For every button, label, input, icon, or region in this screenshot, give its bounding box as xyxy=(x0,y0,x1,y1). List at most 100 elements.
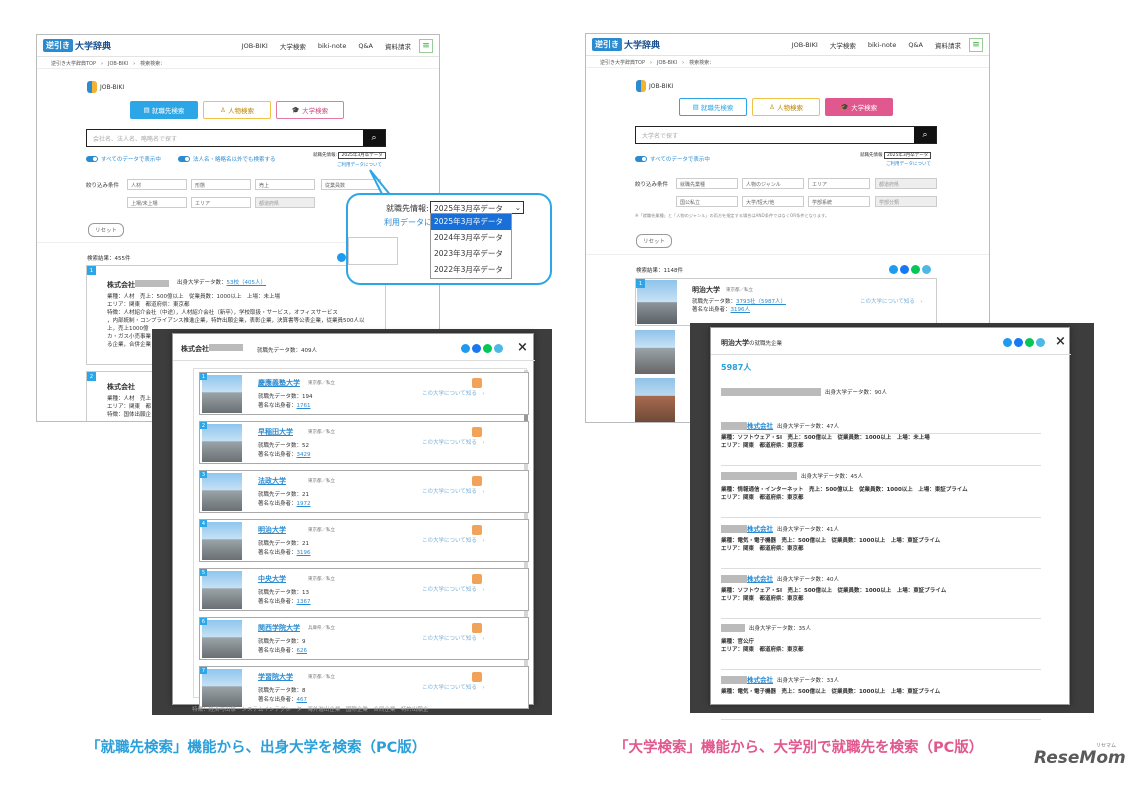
university-card[interactable]: 1 慶應義塾大学 東京都／私立 就職先データ数：194 著名な出身者：1761 この大学に… xyxy=(199,372,529,415)
nav-university-search[interactable]: 大学検索 xyxy=(830,40,856,50)
company-name[interactable]: 株式会社 出身大学データ数：47人 xyxy=(721,420,839,430)
twitter-icon[interactable] xyxy=(461,344,470,353)
university-name[interactable]: 中央大学 xyxy=(258,574,286,584)
company-name[interactable]: 株式会社 出身大学データ数：40人 xyxy=(721,573,839,583)
company-row[interactable]: 出身大学データ数：45人 業種：情報通信・インターネット 売上：500億以上 従業… xyxy=(721,470,1041,518)
alumni-link[interactable]: 3196人 xyxy=(731,307,751,313)
toggle-include-aliases[interactable]: 法人名・略略名以外でも検索する xyxy=(178,155,276,163)
company-name[interactable]: 株式会社 xyxy=(107,382,135,392)
filter-industry[interactable]: 人材 xyxy=(127,179,187,190)
stat-link[interactable]: 53校（405人） xyxy=(227,280,267,286)
nav-university-search[interactable]: 大学検索 xyxy=(280,41,306,51)
filter-type[interactable]: 形態 xyxy=(191,179,251,190)
university-more-link[interactable]: この大学について知る › xyxy=(422,389,485,397)
university-name[interactable]: 学習院大学 xyxy=(258,672,293,682)
university-search-bar[interactable]: 大学名で探す ⌕ xyxy=(635,126,937,144)
tab-university-search[interactable]: 🎓 大学検索 xyxy=(276,101,344,119)
reset-button[interactable]: リセット xyxy=(636,234,673,248)
toggle-all-data[interactable]: すべてのデータで表示中 xyxy=(635,155,710,163)
tab-company-search[interactable]: ▤ 就職先検索 xyxy=(130,101,198,119)
company-row[interactable]: 株式会社 出身大学データ数：41人 業種：電気・電子機器 売上：500億以上 従業員… xyxy=(721,521,1041,569)
search-icon[interactable]: ⌕ xyxy=(914,127,936,143)
university-card[interactable]: 3 法政大学 東京都／私立 就職先データ数：21 著名な出身者：1972 この大学について… xyxy=(199,470,529,513)
university-more-link[interactable]: この大学について知る › xyxy=(422,585,485,593)
count-link[interactable]: 3793社（5987人） xyxy=(736,299,786,305)
company-search-bar[interactable]: 会社名、法人名、略略名で探す ⌕ xyxy=(86,129,386,147)
nav-qa[interactable]: Q&A xyxy=(908,41,923,49)
university-name[interactable]: 慶應義塾大学 xyxy=(258,378,300,388)
link-icon[interactable] xyxy=(1036,338,1045,347)
tab-company-search[interactable]: ▤ 就職先検索 xyxy=(679,98,747,116)
university-name[interactable]: 法政大学 xyxy=(258,476,286,486)
line-icon[interactable] xyxy=(911,265,920,274)
search-input[interactable]: 大学名で探す xyxy=(636,131,914,140)
company-row[interactable]: 株式会社 出身大学データ数：47人 業種：ソフトウェア・SI 売上：500億以上 従… xyxy=(721,418,1041,466)
line-icon[interactable] xyxy=(1025,338,1034,347)
filter-faculty-system[interactable]: 学部系統 xyxy=(808,196,870,207)
company-name[interactable]: 出身大学データ数：90人 xyxy=(721,388,887,396)
alumni-link[interactable]: 1761 xyxy=(297,403,311,409)
nav-jobbiki[interactable]: JOB-BIKI xyxy=(792,41,818,49)
option-2023[interactable]: 2023年3月卒データ xyxy=(431,246,511,262)
data-year-options[interactable]: 2025年3月卒データ 2024年3月卒データ 2023年3月卒データ 2022… xyxy=(430,213,512,279)
university-card[interactable]: 7 学習院大学 東京都／私立 就職先データ数：8 著名な出身者：467 この大学について知… xyxy=(199,666,529,709)
site-logo[interactable]: 逆引き 大学辞典 xyxy=(592,38,660,51)
company-name[interactable]: 株式会社 出身大学データ数：41人 xyxy=(721,523,839,533)
university-card[interactable]: 6 関西学院大学 兵庫県／私立 就職先データ数：9 著名な出身者：626 この大学について… xyxy=(199,617,529,660)
filter-industry[interactable]: 就職先業種 xyxy=(676,178,738,189)
university-more-link[interactable]: この大学について知る › xyxy=(422,487,485,495)
company-name[interactable]: 出身大学データ数：35人 xyxy=(721,624,811,632)
university-name[interactable]: 関西学院大学 xyxy=(258,623,300,633)
twitter-icon[interactable] xyxy=(889,265,898,274)
university-more-link[interactable]: この大学について知る › xyxy=(860,297,923,305)
link-icon[interactable] xyxy=(922,265,931,274)
company-name[interactable]: 株式会社 出身大学データ数：33人 xyxy=(721,674,839,684)
hamburger-menu-icon[interactable]: ≡ xyxy=(419,38,433,53)
link-icon[interactable] xyxy=(494,344,503,353)
tab-university-search[interactable]: 🎓 大学検索 xyxy=(825,98,893,116)
university-card[interactable]: 1 明治大学 東京都／私立 就職先データ数：3793社（5987人） 著名な出身… xyxy=(635,278,937,326)
university-card[interactable]: 4 明治大学 東京都／私立 就職先データ数：21 著名な出身者：3196 この大学について… xyxy=(199,519,529,562)
filter-area[interactable]: エリア xyxy=(808,178,870,189)
university-more-link[interactable]: この大学について知る › xyxy=(422,438,485,446)
option-2024[interactable]: 2024年3月卒データ xyxy=(431,230,511,246)
university-name[interactable]: 早稲田大学 xyxy=(258,427,293,437)
option-2025[interactable]: 2025年3月卒データ xyxy=(431,214,511,230)
filter-faculty-class[interactable]: 学部分類 xyxy=(875,196,937,207)
university-more-link[interactable]: この大学について知る › xyxy=(422,683,485,691)
filter-listing[interactable]: 上場/未上場 xyxy=(127,197,187,208)
university-name[interactable]: 明治大学 xyxy=(692,285,720,295)
tab-person-search[interactable]: ♙ 人物検索 xyxy=(203,101,271,119)
nav-request-docs[interactable]: 資料請求 xyxy=(935,40,961,50)
university-more-link[interactable]: この大学について知る › xyxy=(422,536,485,544)
alumni-link[interactable]: 626 xyxy=(297,648,308,654)
alumni-link[interactable]: 467 xyxy=(297,697,308,703)
line-icon[interactable] xyxy=(483,344,492,353)
company-row[interactable]: 株式会社 出身大学データ数：33人 業種：電気・電子機器 売上：500億以上 従業員… xyxy=(721,672,1041,720)
toggle-all-data[interactable]: すべてのデータで表示中 xyxy=(86,155,161,163)
alumni-link[interactable]: 3196 xyxy=(297,550,311,556)
filter-national-public-private[interactable]: 国公私立 xyxy=(676,196,738,207)
alumni-link[interactable]: 1367 xyxy=(297,599,311,605)
company-row[interactable]: 出身大学データ数：35人 業種：官公庁 エリア：関東 都道府県：東京都 xyxy=(721,622,1041,670)
search-icon[interactable]: ⌕ xyxy=(363,130,385,146)
facebook-icon[interactable] xyxy=(472,344,481,353)
site-logo[interactable]: 逆引き 大学辞典 xyxy=(43,39,111,52)
facebook-icon[interactable] xyxy=(1014,338,1023,347)
tab-person-search[interactable]: ♙ 人物検索 xyxy=(752,98,820,116)
nav-jobbiki[interactable]: JOB-BIKI xyxy=(242,42,268,50)
twitter-icon[interactable] xyxy=(337,253,346,262)
filter-area[interactable]: エリア xyxy=(191,197,251,208)
university-card[interactable]: 5 中央大学 東京都／私立 就職先データ数：13 著名な出身者：1367 この大学について… xyxy=(199,568,529,611)
filter-prefecture[interactable]: 都道府県 xyxy=(875,178,937,189)
reset-button[interactable]: リセット xyxy=(88,223,125,237)
filter-school-type[interactable]: 大学/短大/他 xyxy=(742,196,804,207)
company-name[interactable]: 株式会社 xyxy=(107,280,169,290)
hamburger-menu-icon[interactable]: ≡ xyxy=(969,37,983,52)
filter-genre[interactable]: 人物のジャンル xyxy=(742,178,804,189)
university-name[interactable]: 明治大学 xyxy=(258,525,286,535)
data-info-link[interactable]: ご利用データについて xyxy=(886,161,931,167)
nav-biki-note[interactable]: biki-note xyxy=(318,42,347,50)
facebook-icon[interactable] xyxy=(900,265,909,274)
filter-sales[interactable]: 売上 xyxy=(255,179,315,190)
